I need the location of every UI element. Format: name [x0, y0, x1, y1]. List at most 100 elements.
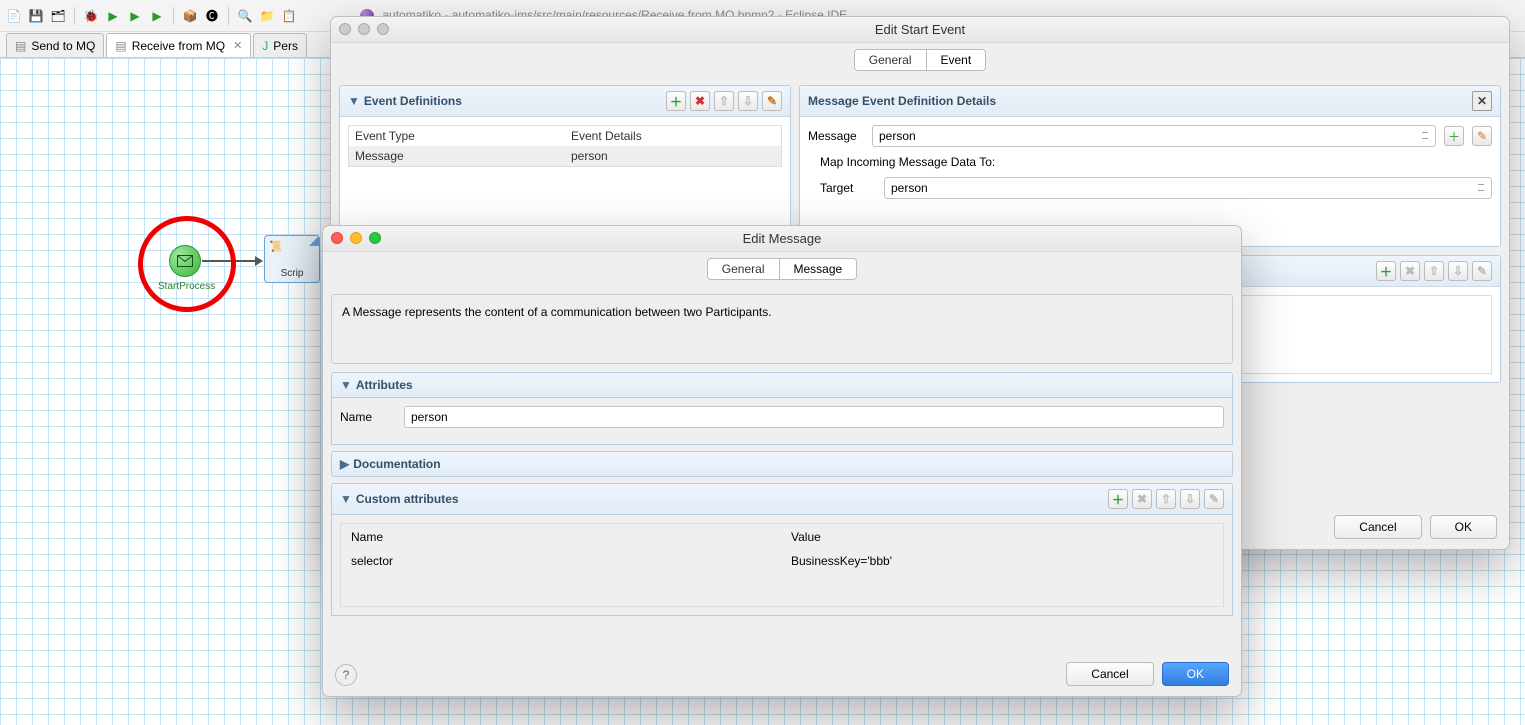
disclosure-icon: ▼ [340, 378, 352, 392]
edit-button[interactable]: ✎ [1472, 261, 1492, 281]
event-definitions-table[interactable]: Event Type Event Details Message person [348, 125, 782, 167]
sequence-flow[interactable] [202, 260, 262, 262]
window-controls [331, 232, 381, 244]
java-icon: J [262, 39, 268, 53]
search-icon[interactable]: 🔍 [237, 8, 253, 24]
close-window-icon[interactable] [331, 232, 343, 244]
edit-message-button[interactable]: ✎ [1472, 126, 1492, 146]
cancel-button[interactable]: Cancel [1066, 662, 1153, 686]
package-icon[interactable]: 📦 [182, 8, 198, 24]
tab-general[interactable]: General [855, 50, 926, 70]
section-heading[interactable]: ▼Custom attributes ＋ ✖ ⇧ ⇩ ✎ [331, 483, 1233, 515]
group-toolbar: ＋ ✖ ⇧ ⇩ ✎ [1376, 261, 1492, 281]
edit-button[interactable]: ✎ [762, 91, 782, 111]
move-down-button[interactable]: ⇩ [738, 91, 758, 111]
open-task-icon[interactable]: 📋 [281, 8, 297, 24]
run-icon[interactable]: ▶ [105, 8, 121, 24]
ok-button[interactable]: OK [1430, 515, 1497, 539]
start-event-node[interactable] [169, 245, 201, 277]
section-heading[interactable]: ▶Documentation [331, 451, 1233, 477]
col-event-details: Event Details [565, 126, 782, 147]
message-event-details-group: Message Event Definition Details ✕ Messa… [799, 85, 1501, 247]
table-row[interactable]: selector BusinessKey='bbb' [343, 550, 1221, 572]
editor-tab-send-to-mq[interactable]: ▤ Send to MQ [6, 33, 104, 57]
tab-event[interactable]: Event [926, 50, 986, 70]
tab-label: Send to MQ [31, 39, 95, 53]
close-panel-icon[interactable]: ✕ [1472, 91, 1492, 111]
bpmn-icon: ▤ [115, 39, 126, 53]
name-input[interactable]: person [404, 406, 1224, 428]
cell-event-type: Message [349, 146, 566, 167]
add-button[interactable]: ＋ [666, 91, 686, 111]
custom-attributes-table[interactable]: Name Value selector BusinessKey='bbb' [340, 523, 1224, 607]
ok-button[interactable]: OK [1162, 662, 1229, 686]
group-heading[interactable]: ▼Event Definitions ＋ ✖ ⇧ ⇩ ✎ [340, 86, 790, 117]
documentation-section: ▶Documentation [331, 451, 1233, 477]
new-icon[interactable]: 📄 [6, 8, 22, 24]
help-button[interactable]: ? [335, 664, 357, 686]
tab-general[interactable]: General [708, 259, 779, 279]
save-all-icon[interactable]: 🗂 [50, 8, 66, 24]
move-up-button[interactable]: ⇧ [1424, 261, 1444, 281]
minimise-window-icon[interactable] [350, 232, 362, 244]
dialog-tabs: General Event [854, 49, 986, 71]
debug-icon[interactable]: 🐞 [83, 8, 99, 24]
section-title: Documentation [353, 457, 440, 471]
move-up-button[interactable]: ⇧ [1156, 489, 1176, 509]
script-task-node[interactable]: 📜 Scrip [264, 235, 320, 283]
message-combo[interactable]: person [872, 125, 1436, 147]
envelope-icon [177, 255, 193, 267]
dialog-titlebar[interactable]: Edit Message [323, 226, 1241, 252]
open-type-icon[interactable]: 📁 [259, 8, 275, 24]
tab-label: Receive from MQ [132, 39, 225, 53]
run-last-icon[interactable]: ▶ [127, 8, 143, 24]
target-label: Target [820, 181, 876, 195]
editor-tab-person[interactable]: J Pers [253, 33, 307, 57]
dialog-tab-row: General Event [331, 43, 1509, 77]
cancel-button[interactable]: Cancel [1334, 515, 1421, 539]
section-heading[interactable]: ▼Attributes [331, 372, 1233, 398]
class-icon[interactable]: 🅒 [204, 8, 220, 24]
close-tab-icon[interactable]: ✕ [233, 39, 242, 52]
minimise-window-icon[interactable] [358, 23, 370, 35]
custom-attributes-section: ▼Custom attributes ＋ ✖ ⇧ ⇩ ✎ Name Value … [331, 483, 1233, 616]
cell-name: selector [343, 550, 781, 572]
close-window-icon[interactable] [339, 23, 351, 35]
remove-button[interactable]: ✖ [1400, 261, 1420, 281]
bpmn-icon: ▤ [15, 39, 26, 53]
add-message-button[interactable]: ＋ [1444, 126, 1464, 146]
tab-message[interactable]: Message [779, 259, 857, 279]
editor-tab-receive-from-mq[interactable]: ▤ Receive from MQ ✕ [106, 33, 251, 57]
zoom-window-icon[interactable] [369, 232, 381, 244]
dialog-titlebar[interactable]: Edit Start Event [331, 17, 1509, 43]
toolbar-separator [228, 7, 229, 25]
name-label: Name [340, 410, 396, 424]
map-label: Map Incoming Message Data To: [808, 155, 1492, 169]
target-combo[interactable]: person [884, 177, 1492, 199]
edit-button[interactable]: ✎ [1204, 489, 1224, 509]
group-title: Event Definitions [364, 94, 462, 108]
remove-button[interactable]: ✖ [690, 91, 710, 111]
group-body: Event Type Event Details Message person [340, 117, 790, 175]
add-button[interactable]: ＋ [1376, 261, 1396, 281]
section-body: Name person [331, 398, 1233, 445]
col-event-type: Event Type [349, 126, 566, 147]
add-button[interactable]: ＋ [1108, 489, 1128, 509]
save-icon[interactable]: 💾 [28, 8, 44, 24]
group-title: Message Event Definition Details [808, 94, 996, 108]
move-up-button[interactable]: ⇧ [714, 91, 734, 111]
name-row: Name person [340, 406, 1224, 428]
move-down-button[interactable]: ⇩ [1180, 489, 1200, 509]
toolbar-separator [173, 7, 174, 25]
dialog-title: Edit Start Event [875, 22, 965, 37]
message-row: Message person ＋ ✎ [808, 125, 1492, 147]
table-row[interactable]: Message person [349, 146, 782, 167]
tab-label: Pers [273, 39, 298, 53]
section-toolbar: ＋ ✖ ⇧ ⇩ ✎ [1108, 489, 1224, 509]
remove-button[interactable]: ✖ [1132, 489, 1152, 509]
move-down-button[interactable]: ⇩ [1448, 261, 1468, 281]
coverage-icon[interactable]: ▶ [149, 8, 165, 24]
zoom-window-icon[interactable] [377, 23, 389, 35]
disclosure-icon: ▼ [340, 492, 352, 506]
target-row: Target person [808, 177, 1492, 199]
